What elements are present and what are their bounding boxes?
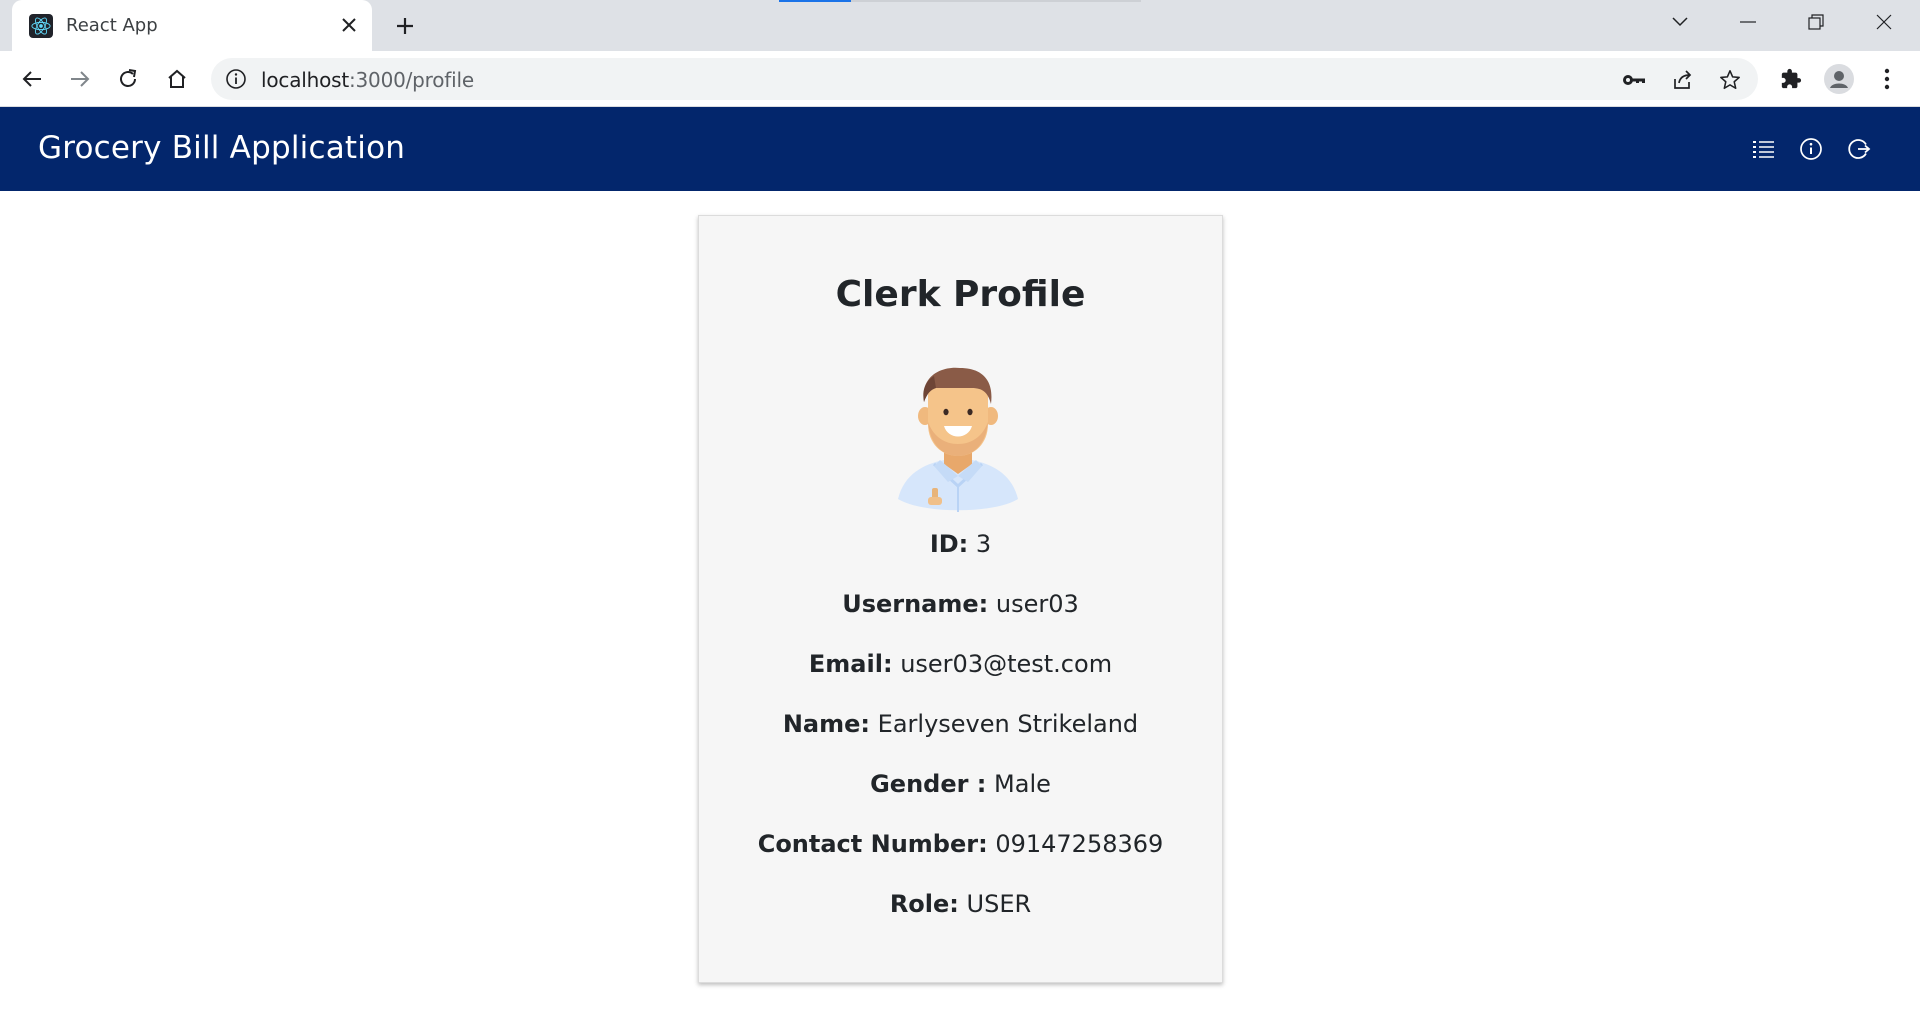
new-tab-plus-icon[interactable] [390,11,420,41]
app-brand-title[interactable]: Grocery Bill Application [38,130,405,166]
reload-icon[interactable] [112,63,144,95]
field-label: Contact Number: [757,830,988,858]
site-info-icon[interactable] [225,68,247,90]
url-text[interactable]: localhost:3000/profile [261,68,474,92]
tab-search-chevron-down-icon[interactable] [1652,0,1708,44]
browser-menu-kebab-icon[interactable] [1871,63,1903,95]
field-label: Role: [889,890,959,918]
field-value: 09147258369 [995,830,1164,858]
back-arrow-icon[interactable] [16,63,48,95]
minimize-window-icon[interactable] [1720,0,1776,44]
profile-field-gender: Gender : Male [699,770,1222,798]
field-label: Name: [782,710,871,738]
url-host: localhost [261,68,349,92]
home-icon[interactable] [161,63,193,95]
field-value: user03 [995,590,1079,618]
profile-field-name: Name: Earlyseven Strikeland [699,710,1222,738]
tab-loading-track [851,0,1141,2]
browser-tab-strip: React App [0,0,1920,51]
forward-arrow-icon[interactable] [64,63,96,95]
profile-field-contact-number: Contact Number: 09147258369 [699,830,1222,858]
react-favicon-icon [29,14,53,38]
profile-card: Clerk Profile ID: 3 Username: user03 Ema… [698,215,1223,983]
field-value: Earlyseven Strikeland [877,710,1139,738]
info-icon[interactable] [1797,135,1825,163]
profile-field-role: Role: USER [699,890,1222,918]
url-path: :3000/profile [348,68,474,92]
field-label: Username: [842,590,989,618]
restore-window-icon[interactable] [1788,0,1844,44]
browser-tab-active[interactable]: React App [12,0,372,51]
tab-title: React App [66,15,158,36]
tab-loading-indicator [779,0,851,2]
field-label: Gender : [870,770,987,798]
app-navbar: Grocery Bill Application [0,107,1920,191]
profile-avatar-icon[interactable] [1823,63,1855,95]
profile-title: Clerk Profile [835,274,1086,315]
close-window-icon[interactable] [1856,0,1912,44]
field-label: Email: [808,650,893,678]
close-tab-icon[interactable] [337,13,361,37]
logout-icon[interactable] [1845,135,1873,163]
browser-toolbar: localhost:3000/profile [0,51,1920,107]
bookmark-star-icon[interactable] [1717,67,1743,93]
field-label: ID: [929,530,969,558]
field-value: 3 [975,530,992,558]
profile-field-username: Username: user03 [699,590,1222,618]
field-value: USER [966,890,1032,918]
password-key-icon[interactable] [1621,67,1647,93]
field-value: user03@test.com [900,650,1113,678]
field-value: Male [994,770,1051,798]
list-icon[interactable] [1750,135,1778,163]
user-avatar [894,364,1022,512]
extensions-puzzle-icon[interactable] [1775,63,1807,95]
address-bar[interactable]: localhost:3000/profile [211,58,1758,100]
share-icon[interactable] [1669,67,1695,93]
profile-field-email: Email: user03@test.com [699,650,1222,678]
profile-field-id: ID: 3 [699,530,1222,558]
